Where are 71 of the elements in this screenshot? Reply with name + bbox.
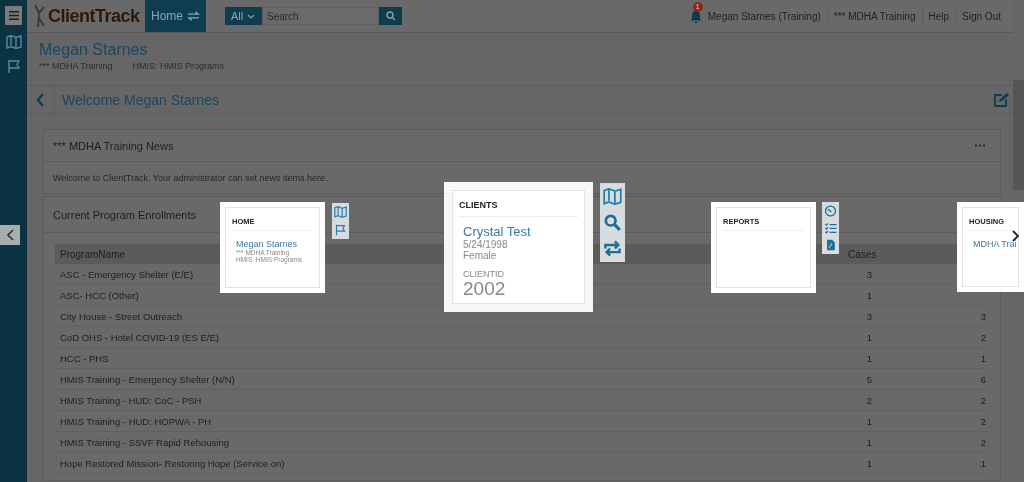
search-icon[interactable] (603, 214, 622, 231)
id-label: CLIENTID (462, 269, 505, 279)
table-cell: 2 (980, 394, 986, 406)
workspace-card[interactable]: CLIENTS Crystal Test 5/24/1998 Female CLIENTID 2002 (444, 182, 593, 312)
table-cell: 3 (980, 310, 986, 322)
menu-icon[interactable] (8, 11, 19, 20)
map-icon[interactable] (603, 188, 622, 205)
table-cell: 3 (866, 310, 872, 322)
table-cell: 1 (980, 352, 986, 364)
header-link[interactable]: Sign Out (962, 10, 1001, 22)
card-title: CLIENTS (459, 200, 578, 217)
header-link[interactable]: Help (928, 10, 950, 22)
chevron-left-icon[interactable] (6, 229, 14, 241)
scope-dropdown[interactable]: All (225, 7, 262, 25)
checklist-icon[interactable] (824, 222, 837, 234)
flag-icon[interactable] (6, 59, 21, 74)
home-tab[interactable]: Home (145, 0, 206, 32)
record-detail: 5/24/1998 (462, 239, 509, 250)
table-cell: City House - Street Outreach (60, 310, 182, 322)
record-detail: Female (462, 250, 498, 261)
table-cell: 2 (980, 436, 986, 448)
table-cell: 1 (866, 436, 872, 448)
table-cell: 2 (866, 394, 872, 406)
table-cell: 1 (866, 352, 872, 364)
table-cell: 2 (980, 415, 986, 427)
table-cell: 1 (866, 457, 872, 469)
record-link[interactable]: Crystal Test (459, 224, 578, 239)
page-title: Welcome Megan Starnes (62, 91, 219, 108)
gauge-icon[interactable] (824, 205, 837, 217)
caret-icon[interactable] (247, 13, 256, 19)
search-button[interactable] (379, 7, 402, 25)
panel-title: Current Program Enrollments (53, 208, 197, 221)
menu-button[interactable] (5, 6, 22, 25)
panel-title: *** MDHA Training News (53, 139, 174, 152)
bell-icon[interactable] (689, 9, 702, 23)
user-link[interactable]: Megan Starnes (Training) (707, 10, 821, 22)
table-cell: HMIS Training - HUD: HOPWA - PH (60, 415, 212, 427)
client-name: Megan Starnes (39, 41, 149, 59)
flag-icon[interactable] (334, 224, 347, 236)
table-cell: 5 (866, 373, 872, 385)
table-cell: 6 (980, 373, 986, 385)
brand-name: ClientTrack (48, 5, 140, 27)
table-cell: ASC - Emergency Shelter (E/E) (60, 268, 194, 280)
pdf-file-icon[interactable] (824, 239, 837, 251)
swap-icon[interactable] (603, 240, 622, 257)
edit-icon[interactable] (993, 91, 1009, 108)
table-cell: 2 (980, 331, 986, 343)
table-cell: 3 (866, 268, 872, 280)
map-icon[interactable] (5, 35, 22, 49)
id-value: 2002 (462, 279, 507, 298)
table-cell: 1 (866, 331, 872, 343)
table-cell: 1 (980, 457, 986, 469)
table-cell: 1 (866, 415, 872, 427)
table-cell: CoD OHS - Hotel COVID-19 (ES E/E) (60, 331, 219, 343)
table-cell: ASC- HCC (Other) (60, 289, 139, 301)
table-cell: 1 (866, 289, 872, 301)
record-link[interactable]: Megan Starnes (232, 239, 313, 249)
search-icon[interactable] (385, 11, 396, 21)
column-header: Cases (848, 248, 877, 260)
table-cell: HCC - PHS (60, 352, 109, 364)
swap-icon[interactable] (187, 11, 200, 21)
table-cell: HMIS Training - Emergency Shelter (N/N) (60, 373, 235, 385)
previous-button[interactable] (0, 225, 20, 245)
figure-logo-icon (33, 4, 47, 28)
table-cell: Hope Restored Mission- Restoring Hope (Service on) (60, 457, 285, 469)
table-cell: HMIS Training - HUD: CoC - PSH (60, 394, 202, 406)
table-cell: HMIS Training - SSVF Rapid Rehousing (60, 436, 229, 448)
column-header: ProgramName (60, 248, 126, 260)
search-field[interactable]: Search (262, 7, 379, 25)
org-link[interactable]: *** MDHA Training (833, 10, 916, 22)
map-icon[interactable] (334, 206, 347, 218)
